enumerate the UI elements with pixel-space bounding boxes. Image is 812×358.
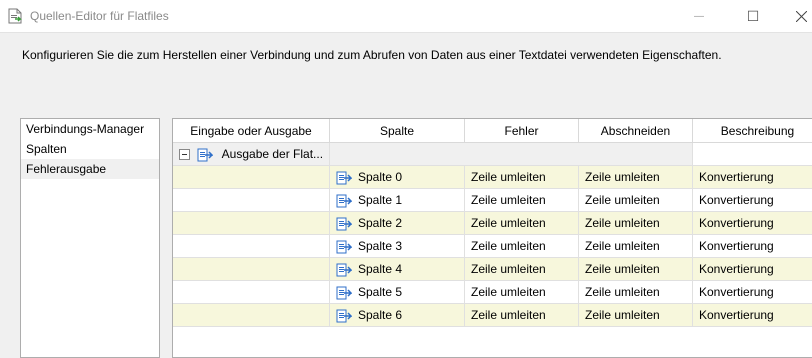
cell-spalte: Spalte 5 [330, 281, 465, 304]
header-beschreibung[interactable]: Beschreibung [693, 119, 812, 143]
flatfile-source-icon [8, 8, 22, 24]
cell-abschneiden[interactable]: Zeile umleiten [579, 189, 693, 212]
cell-empty [173, 189, 330, 212]
abschneiden-value: Zeile umleiten [585, 216, 660, 230]
output-group-description [693, 143, 812, 166]
error-output-grid: Eingabe oder Ausgabe Spalte Fehler Absch… [172, 118, 812, 358]
cell-abschneiden[interactable]: Zeile umleiten [579, 281, 693, 304]
abschneiden-value: Zeile umleiten [585, 193, 660, 207]
cell-beschreibung[interactable]: Konvertierung [693, 258, 812, 281]
spalte-value: Spalte 0 [358, 170, 403, 184]
output-group-label: Ausgabe der Flat... [221, 147, 324, 161]
fehler-value: Zeile umleiten [471, 170, 546, 184]
cell-spalte: Spalte 0 [330, 166, 465, 189]
fehler-value: Zeile umleiten [471, 285, 546, 299]
cell-beschreibung[interactable]: Konvertierung [693, 212, 812, 235]
minimize-icon: — [694, 10, 704, 22]
cell-fehler[interactable]: Zeile umleiten [465, 258, 579, 281]
window-title: Quellen-Editor für Flatfiles [30, 9, 169, 23]
column-icon [336, 286, 352, 300]
cell-empty [173, 258, 330, 281]
output-group-filler [330, 143, 693, 166]
cell-fehler[interactable]: Zeile umleiten [465, 304, 579, 327]
column-icon [336, 263, 352, 277]
fehler-value: Zeile umleiten [471, 216, 546, 230]
cell-fehler[interactable]: Zeile umleiten [465, 281, 579, 304]
output-icon [197, 148, 213, 162]
abschneiden-value: Zeile umleiten [585, 239, 660, 253]
cell-fehler[interactable]: Zeile umleiten [465, 235, 579, 258]
cell-beschreibung[interactable]: Konvertierung [693, 189, 812, 212]
beschreibung-value: Konvertierung [699, 216, 774, 230]
column-icon [336, 240, 352, 254]
page-description: Konfigurieren Sie die zum Herstellen ein… [22, 48, 722, 62]
cell-empty [173, 304, 330, 327]
cell-spalte: Spalte 6 [330, 304, 465, 327]
cell-spalte: Spalte 2 [330, 212, 465, 235]
spalte-value: Spalte 1 [358, 193, 403, 207]
fehler-value: Zeile umleiten [471, 193, 546, 207]
page-navigation: Verbindungs-Manager Spalten Fehlerausgab… [20, 118, 160, 358]
cell-abschneiden[interactable]: Zeile umleiten [579, 212, 693, 235]
nav-item-spalten[interactable]: Spalten [21, 139, 159, 159]
fehler-value: Zeile umleiten [471, 308, 546, 322]
nav-item-verbindungs-manager[interactable]: Verbindungs-Manager [21, 119, 159, 139]
spalte-value: Spalte 3 [358, 239, 403, 253]
cell-fehler[interactable]: Zeile umleiten [465, 189, 579, 212]
cell-spalte: Spalte 4 [330, 258, 465, 281]
dialog-window: Quellen-Editor für Flatfiles — ☐ Konfigu… [0, 0, 812, 358]
close-button[interactable] [778, 0, 812, 32]
spalte-value: Spalte 6 [358, 308, 403, 322]
beschreibung-value: Konvertierung [699, 262, 774, 276]
cell-beschreibung[interactable]: Konvertierung [693, 235, 812, 258]
cell-abschneiden[interactable]: Zeile umleiten [579, 258, 693, 281]
cell-beschreibung[interactable]: Konvertierung [693, 281, 812, 304]
header-fehler[interactable]: Fehler [465, 119, 579, 143]
spalte-value: Spalte 5 [358, 285, 403, 299]
abschneiden-value: Zeile umleiten [585, 262, 660, 276]
fehler-value: Zeile umleiten [471, 239, 546, 253]
cell-abschneiden[interactable]: Zeile umleiten [579, 304, 693, 327]
cell-empty [173, 212, 330, 235]
cell-fehler[interactable]: Zeile umleiten [465, 166, 579, 189]
title-bar: Quellen-Editor für Flatfiles — ☐ [0, 0, 812, 33]
cell-empty [173, 235, 330, 258]
beschreibung-value: Konvertierung [699, 170, 774, 184]
cell-fehler[interactable]: Zeile umleiten [465, 212, 579, 235]
cell-abschneiden[interactable]: Zeile umleiten [579, 235, 693, 258]
beschreibung-value: Konvertierung [699, 239, 774, 253]
beschreibung-value: Konvertierung [699, 285, 774, 299]
fehler-value: Zeile umleiten [471, 262, 546, 276]
beschreibung-value: Konvertierung [699, 308, 774, 322]
column-icon [336, 217, 352, 231]
abschneiden-value: Zeile umleiten [585, 285, 660, 299]
nav-item-fehlerausgabe[interactable]: Fehlerausgabe [21, 159, 159, 179]
abschneiden-value: Zeile umleiten [585, 170, 660, 184]
collapse-icon[interactable] [179, 149, 190, 160]
cell-spalte: Spalte 1 [330, 189, 465, 212]
column-icon [336, 171, 352, 185]
maximize-button[interactable]: ☐ [730, 0, 776, 32]
header-abschneiden[interactable]: Abschneiden [579, 119, 693, 143]
spalte-value: Spalte 2 [358, 216, 403, 230]
abschneiden-value: Zeile umleiten [585, 308, 660, 322]
spalte-value: Spalte 4 [358, 262, 403, 276]
cell-empty [173, 166, 330, 189]
cell-beschreibung[interactable]: Konvertierung [693, 166, 812, 189]
output-group-row[interactable]: Ausgabe der Flat... [173, 143, 330, 166]
cell-empty [173, 281, 330, 304]
column-icon [336, 194, 352, 208]
cell-abschneiden[interactable]: Zeile umleiten [579, 166, 693, 189]
cell-beschreibung[interactable]: Konvertierung [693, 304, 812, 327]
header-eingabe-oder-ausgabe[interactable]: Eingabe oder Ausgabe [173, 119, 330, 143]
beschreibung-value: Konvertierung [699, 193, 774, 207]
column-icon [336, 309, 352, 323]
maximize-icon: ☐ [746, 7, 760, 24]
minimize-button[interactable]: — [676, 0, 722, 32]
header-spalte[interactable]: Spalte [330, 119, 465, 143]
close-icon [795, 10, 807, 22]
cell-spalte: Spalte 3 [330, 235, 465, 258]
